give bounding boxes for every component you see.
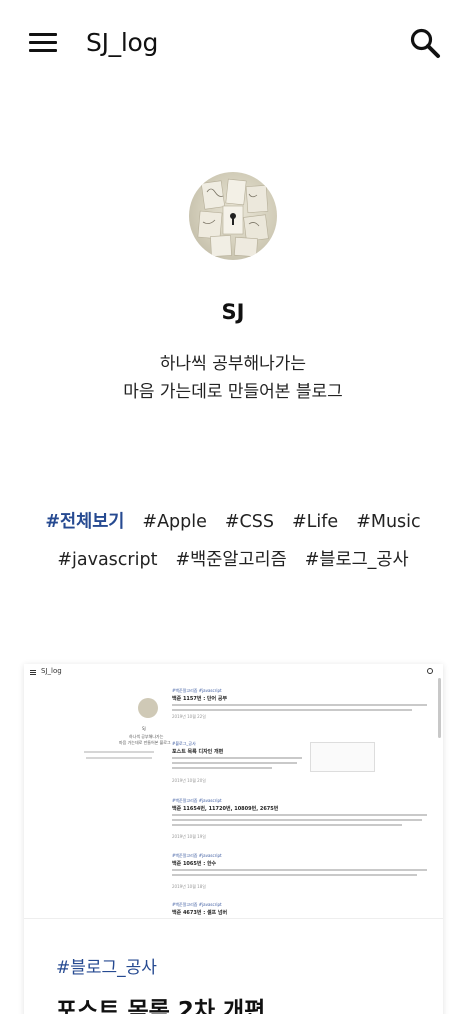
thumbnail-post-title: 백준 1157번 : 단어 공부: [172, 696, 228, 702]
thumbnail-post-category: #백준알고리즘 #javascript: [172, 688, 222, 693]
thumbnail-post-date: 2019년 10월 20일: [172, 778, 206, 783]
tag-javascript[interactable]: #javascript: [57, 541, 157, 579]
tag-music[interactable]: #Music: [356, 503, 420, 541]
thumbnail-avatar: [138, 698, 158, 718]
thumbnail-post-title: 백준 11654번, 11720번, 10809번, 2675번: [172, 806, 279, 812]
thumbnail-search-icon: [427, 668, 433, 674]
tag-row: #전체보기 #Apple #CSS #Life #Music: [0, 503, 466, 541]
thumbnail-bio: 마음 가는데로 만들어본 블로그: [119, 740, 171, 745]
tag-css[interactable]: #CSS: [225, 503, 274, 541]
thumbnail-post-date: 2019년 10월 18일: [172, 884, 206, 889]
post-category[interactable]: #블로그_공사: [56, 953, 157, 978]
post-thumbnail: SJ_log SJ 하나씩 공부해나가는 마음 가는데로 만들어본 블로그 #백…: [24, 664, 443, 919]
author-bio: 하나씩 공부해나가는 마음 가는데로 만들어본 블로그: [0, 350, 466, 406]
thumbnail-header: SJ_log: [24, 664, 443, 682]
thumbnail-name: SJ: [142, 726, 146, 731]
tag-all[interactable]: #전체보기: [45, 503, 124, 541]
thumbnail-tags: [86, 757, 152, 759]
thumbnail-post-excerpt: [172, 874, 417, 876]
thumbnail-post-image: [310, 742, 375, 772]
tag-blog-construction[interactable]: #블로그_공사: [305, 541, 409, 579]
thumbnail-post-title: 백준 4673번 : 셀프 넘버: [172, 910, 228, 916]
post-card-body: #블로그_공사 포스트 목록 2차 개편: [24, 919, 443, 1014]
author-name: SJ: [221, 300, 245, 324]
thumbnail-menu-icon: [30, 670, 36, 675]
tag-row: #javascript #백준알고리즘 #블로그_공사: [0, 541, 466, 579]
thumbnail-post-excerpt: [172, 704, 427, 706]
tag-list: #전체보기 #Apple #CSS #Life #Music #javascript #백…: [0, 503, 466, 579]
thumbnail-post-category: #블로그_공사: [172, 741, 196, 746]
thumbnail-post-excerpt: [172, 824, 402, 826]
thumbnail-post-excerpt: [172, 767, 272, 769]
thumbnail-post-excerpt: [172, 709, 412, 711]
thumbnail-post-excerpt: [172, 814, 427, 816]
thumbnail-post-title: 포스트 목록 디자인 개편: [172, 749, 224, 755]
thumbnail-post-date: 2019년 10월 19일: [172, 834, 206, 839]
bio-line: 마음 가는데로 만들어본 블로그: [123, 382, 343, 402]
thumbnail-post-excerpt: [172, 757, 302, 759]
bio-line: 하나씩 공부해나가는: [159, 354, 307, 374]
thumbnail-tags: [84, 751, 154, 753]
thumbnail-post-date: 2019년 10월 22일: [172, 714, 206, 719]
thumbnail-post-category: #백준알고리즘 #javascript: [172, 853, 222, 858]
thumbnail-post-category: #백준알고리즘 #javascript: [172, 798, 222, 803]
thumbnail-post-excerpt: [172, 762, 297, 764]
tag-life[interactable]: #Life: [292, 503, 338, 541]
avatar: [189, 172, 277, 260]
post-card[interactable]: SJ_log SJ 하나씩 공부해나가는 마음 가는데로 만들어본 블로그 #백…: [24, 664, 443, 1014]
post-title[interactable]: 포스트 목록 2차 개편: [56, 991, 265, 1014]
thumbnail-post-excerpt: [172, 819, 422, 821]
site-title[interactable]: SJ_log: [86, 28, 158, 57]
tag-baekjoon[interactable]: #백준알고리즘: [175, 541, 286, 579]
hamburger-menu-icon[interactable]: [27, 30, 59, 56]
tag-apple[interactable]: #Apple: [142, 503, 206, 541]
thumbnail-post-category: #백준알고리즘 #javascript: [172, 902, 222, 907]
thumbnail-post-excerpt: [172, 869, 427, 871]
thumbnail-site-title: SJ_log: [41, 667, 62, 675]
thumbnail-post-title: 백준 1065번 : 한수: [172, 861, 217, 867]
thumbnail-scrollbar: [438, 678, 441, 738]
search-icon[interactable]: [408, 26, 442, 60]
site-header: SJ_log: [0, 0, 466, 88]
author-profile: SJ 하나씩 공부해나가는 마음 가는데로 만들어본 블로그: [0, 172, 466, 406]
